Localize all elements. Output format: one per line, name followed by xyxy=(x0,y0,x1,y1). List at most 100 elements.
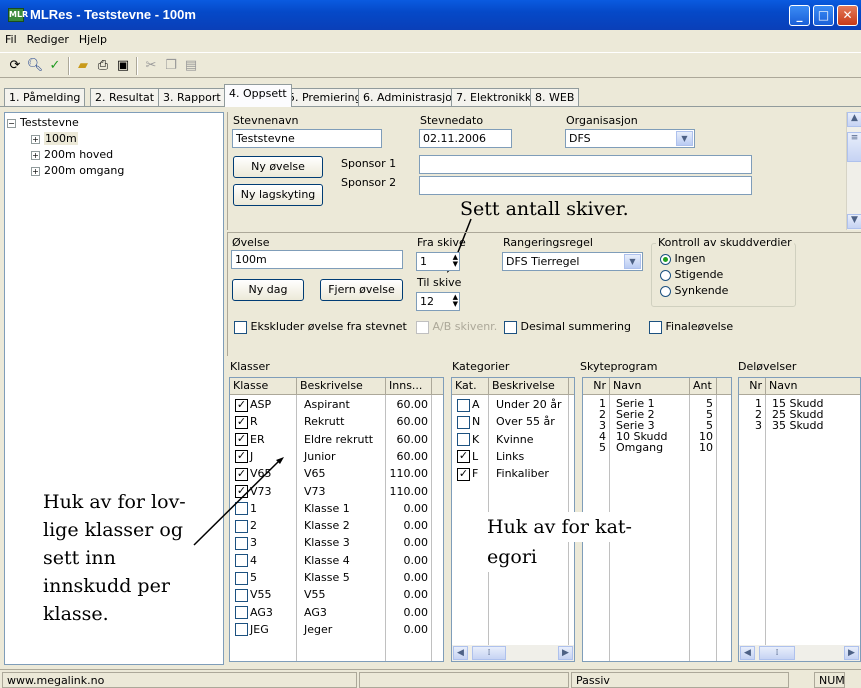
table-row[interactable]: ASP Aspirant 60.00 xyxy=(230,396,443,413)
cut-icon[interactable]: ✂ xyxy=(142,57,160,75)
class-fee[interactable]: 110.00 xyxy=(386,465,431,482)
search-icon[interactable]: 🔍︎ xyxy=(26,57,44,75)
tab-elektronikk[interactable]: 7. Elektronikk xyxy=(451,88,537,106)
sponsor1-input[interactable] xyxy=(419,155,752,174)
class-code-cell[interactable]: R xyxy=(232,413,296,430)
class-code-cell[interactable]: V55 xyxy=(232,586,296,603)
close-button[interactable]: ✕ xyxy=(837,5,858,26)
minimize-button[interactable]: _ xyxy=(789,5,810,26)
horizontal-scrollbar[interactable]: ◀ ⁞ ▶ xyxy=(739,645,860,661)
from-target-stepper[interactable]: 1 ▲ ▼ xyxy=(416,252,460,271)
expand-icon[interactable]: + xyxy=(31,134,40,144)
settings-scrollbar[interactable]: ▲ ≡ ▼ xyxy=(846,112,861,230)
ab-checkbox[interactable]: A/B skivenr. xyxy=(416,320,497,334)
class-fee[interactable]: 0.00 xyxy=(386,534,431,551)
column-header[interactable]: Inns... xyxy=(386,378,432,395)
menu-rediger[interactable]: Rediger xyxy=(22,30,74,46)
checkbox[interactable] xyxy=(235,588,248,602)
class-code-cell[interactable]: JEG xyxy=(232,621,296,638)
table-row[interactable]: JEG Jeger 0.00 xyxy=(230,621,443,638)
column-header[interactable]: Beskrivelse xyxy=(489,378,569,395)
new-day-button[interactable]: Ny dag xyxy=(232,279,304,301)
exercise-name-input[interactable]: 100m xyxy=(231,250,403,269)
table-row[interactable]: 3 35 Skudd xyxy=(739,419,860,432)
menu-hjelp[interactable]: Hjelp xyxy=(74,30,112,46)
checkbox[interactable] xyxy=(234,320,247,334)
class-fee[interactable]: 0.00 xyxy=(386,552,431,569)
remove-exercise-button[interactable]: Fjern øvelse xyxy=(320,279,403,301)
table-row[interactable]: F Finkaliber xyxy=(452,465,574,482)
radio-ingen[interactable]: Ingen xyxy=(660,252,705,265)
final-checkbox[interactable]: Finaleøvelse xyxy=(649,320,733,334)
table-row[interactable]: 1 Serie 15 xyxy=(583,397,731,410)
maximize-button[interactable]: □ xyxy=(813,5,834,26)
scroll-thumb[interactable]: ≡ xyxy=(847,132,861,162)
checkbox[interactable] xyxy=(235,606,248,620)
scroll-right-icon[interactable]: ▶ xyxy=(844,646,859,660)
column-header[interactable]: Kat. xyxy=(452,378,489,395)
checkbox[interactable] xyxy=(416,320,429,334)
class-fee[interactable]: 110.00 xyxy=(386,483,431,500)
checkbox[interactable] xyxy=(235,433,248,447)
scroll-thumb[interactable]: ⁞ xyxy=(759,646,795,660)
column-header[interactable]: Ant xyxy=(690,378,717,395)
open-icon[interactable]: ▰ xyxy=(74,57,92,75)
class-fee[interactable]: 0.00 xyxy=(386,517,431,534)
class-fee[interactable]: 0.00 xyxy=(386,586,431,603)
table-row[interactable]: N Over 55 år xyxy=(452,413,574,430)
scroll-up-icon[interactable]: ▲ xyxy=(847,112,861,127)
event-date-input[interactable]: 02.11.2006 xyxy=(419,129,512,148)
sponsor2-input[interactable] xyxy=(419,176,752,195)
category-code-cell[interactable]: K xyxy=(454,431,488,448)
ranking-select[interactable]: DFS Tierregel ▼ xyxy=(502,252,643,271)
expand-icon[interactable]: + xyxy=(31,166,40,176)
checkbox[interactable] xyxy=(235,554,248,568)
class-fee[interactable]: 60.00 xyxy=(386,396,431,413)
table-row[interactable]: 2 Serie 25 xyxy=(583,408,731,421)
radio-synkende[interactable]: Synkende xyxy=(660,284,728,297)
scroll-down-icon[interactable]: ▼ xyxy=(847,214,861,229)
radio-stigende[interactable]: Stigende xyxy=(660,268,723,281)
refresh-icon[interactable]: ⟳ xyxy=(6,57,24,75)
scroll-left-icon[interactable]: ◀ xyxy=(453,646,468,660)
class-fee[interactable]: 60.00 xyxy=(386,431,431,448)
checkbox[interactable] xyxy=(457,398,470,412)
horizontal-scrollbar[interactable]: ◀ ⁞ ▶ xyxy=(452,645,574,661)
column-header[interactable]: Navn xyxy=(610,378,690,395)
class-code-cell[interactable]: AG3 xyxy=(232,604,296,621)
save-icon[interactable]: ▣ xyxy=(114,57,132,75)
menu-fil[interactable]: Fil xyxy=(0,30,22,46)
table-row[interactable]: L Links xyxy=(452,448,574,465)
tab-administrasjon[interactable]: 6. Administrasjon xyxy=(358,88,464,106)
table-row[interactable]: V55 V55 0.00 xyxy=(230,586,443,603)
organization-select[interactable]: DFS ▼ xyxy=(565,129,695,148)
class-fee[interactable]: 0.00 xyxy=(386,500,431,517)
scroll-thumb[interactable]: ⁞ xyxy=(472,646,506,660)
checkbox[interactable] xyxy=(649,320,662,334)
table-row[interactable]: AG3 AG3 0.00 xyxy=(230,604,443,621)
exclude-checkbox[interactable]: Ekskluder øvelse fra stevnet xyxy=(234,320,407,334)
class-fee[interactable]: 0.00 xyxy=(386,621,431,638)
table-row[interactable]: R Rekrutt 60.00 xyxy=(230,413,443,430)
tab-premiering[interactable]: 5. Premiering xyxy=(283,88,367,106)
collapse-icon[interactable]: − xyxy=(7,118,16,128)
spin-icon[interactable]: ▲ ▼ xyxy=(453,254,458,268)
scroll-right-icon[interactable]: ▶ xyxy=(558,646,573,660)
table-row[interactable]: 4 Klasse 4 0.00 xyxy=(230,552,443,569)
category-code-cell[interactable]: F xyxy=(454,465,488,482)
column-header[interactable]: Navn xyxy=(766,378,860,395)
checkbox[interactable] xyxy=(235,571,248,585)
checkbox[interactable] xyxy=(504,320,517,334)
chevron-down-icon[interactable]: ▼ xyxy=(624,254,641,269)
category-code-cell[interactable]: L xyxy=(454,448,488,465)
table-row[interactable]: A Under 20 år xyxy=(452,396,574,413)
spin-icon[interactable]: ▲ ▼ xyxy=(453,294,458,308)
new-team-button[interactable]: Ny lagskyting xyxy=(233,184,323,206)
to-target-stepper[interactable]: 12 ▲ ▼ xyxy=(416,292,460,311)
class-code-cell[interactable]: ER xyxy=(232,431,296,448)
new-exercise-button[interactable]: Ny øvelse xyxy=(233,156,323,178)
event-name-input[interactable]: Teststevne xyxy=(232,129,382,148)
radio-button[interactable] xyxy=(660,253,671,265)
checkbox[interactable] xyxy=(235,623,248,637)
copy-icon[interactable]: ❐ xyxy=(162,57,180,75)
